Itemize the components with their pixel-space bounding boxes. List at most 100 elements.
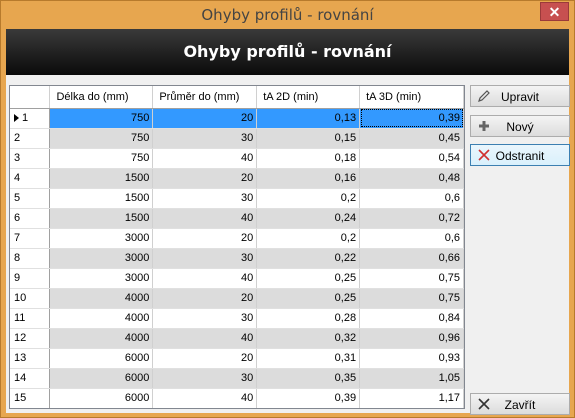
- row-header[interactable]: 7: [10, 228, 51, 249]
- new-button[interactable]: Nový: [470, 115, 570, 137]
- window-close-button[interactable]: ✕: [540, 2, 569, 21]
- cell-prumer[interactable]: 20: [152, 108, 258, 129]
- cell-t2d[interactable]: 0,31: [256, 348, 361, 369]
- cell-t2d[interactable]: 0,25: [256, 268, 361, 289]
- row-header[interactable]: 14: [10, 368, 51, 389]
- cell-delka[interactable]: 1500: [49, 168, 154, 189]
- cell-prumer[interactable]: 20: [152, 348, 258, 369]
- cell-t2d[interactable]: 0,25: [256, 288, 361, 309]
- table-row[interactable]: 12 4000 40 0,32 0,96: [10, 328, 464, 349]
- cell-prumer[interactable]: 20: [152, 168, 258, 189]
- cell-t3d[interactable]: 0,75: [359, 288, 464, 309]
- cell-t3d[interactable]: 0,84: [359, 308, 464, 329]
- table-row[interactable]: 1 750 20 0,13 0,39: [10, 108, 464, 129]
- close-button[interactable]: Zavřít: [470, 393, 570, 415]
- cell-t2d[interactable]: 0,16: [256, 168, 361, 189]
- cell-delka[interactable]: 4000: [49, 288, 154, 309]
- table-row[interactable]: 13 6000 20 0,31 0,93: [10, 348, 464, 369]
- cell-delka[interactable]: 3000: [49, 248, 154, 269]
- row-header[interactable]: 9: [10, 268, 51, 289]
- cell-prumer[interactable]: 30: [152, 368, 258, 389]
- cell-t2d[interactable]: 0,18: [256, 148, 361, 169]
- edit-button[interactable]: Upravit: [470, 85, 570, 107]
- delete-button[interactable]: Odstranit: [470, 144, 570, 166]
- cell-prumer[interactable]: 40: [152, 388, 258, 408]
- cell-delka[interactable]: 750: [49, 148, 154, 169]
- cell-delka[interactable]: 6000: [49, 388, 154, 408]
- title-bar[interactable]: Ohyby profilů - rovnání ✕: [1, 1, 574, 29]
- cell-delka[interactable]: 6000: [49, 348, 154, 369]
- data-grid[interactable]: Délka do (mm) Průměr do (mm) tA 2D (min)…: [9, 85, 465, 409]
- table-row[interactable]: 14 6000 30 0,35 1,05: [10, 368, 464, 389]
- cell-t3d[interactable]: 0,72: [359, 208, 464, 229]
- cell-t3d[interactable]: 0,6: [359, 228, 464, 249]
- column-header-delka[interactable]: Délka do (mm): [49, 86, 154, 109]
- cell-prumer[interactable]: 20: [152, 228, 258, 249]
- table-row[interactable]: 9 3000 40 0,25 0,75: [10, 268, 464, 289]
- cell-t3d[interactable]: 1,05: [359, 368, 464, 389]
- row-header[interactable]: 4: [10, 168, 51, 189]
- cell-prumer[interactable]: 30: [152, 248, 258, 269]
- cell-delka[interactable]: 3000: [49, 228, 154, 249]
- row-header[interactable]: 15: [10, 388, 51, 408]
- cell-prumer[interactable]: 30: [152, 308, 258, 329]
- cell-delka[interactable]: 750: [49, 128, 154, 149]
- cell-delka[interactable]: 1500: [49, 188, 154, 209]
- row-header[interactable]: 6: [10, 208, 51, 229]
- cell-t2d[interactable]: 0,2: [256, 228, 361, 249]
- cell-t3d[interactable]: 0,75: [359, 268, 464, 289]
- cell-t2d[interactable]: 0,22: [256, 248, 361, 269]
- row-header[interactable]: 5: [10, 188, 51, 209]
- cell-delka[interactable]: 3000: [49, 268, 154, 289]
- table-row[interactable]: 10 4000 20 0,25 0,75: [10, 288, 464, 309]
- cell-t3d[interactable]: 1,17: [359, 388, 464, 408]
- cell-t2d[interactable]: 0,2: [256, 188, 361, 209]
- cell-delka[interactable]: 4000: [49, 328, 154, 349]
- cell-t2d[interactable]: 0,35: [256, 368, 361, 389]
- row-header[interactable]: 11: [10, 308, 51, 329]
- cell-delka[interactable]: 6000: [49, 368, 154, 389]
- cell-delka[interactable]: 1500: [49, 208, 154, 229]
- column-header-ta3d[interactable]: tA 3D (min): [359, 86, 464, 109]
- cell-t3d[interactable]: 0,66: [359, 248, 464, 269]
- column-header-ta2d[interactable]: tA 2D (min): [256, 86, 361, 109]
- cell-prumer[interactable]: 40: [152, 148, 258, 169]
- row-header[interactable]: 10: [10, 288, 51, 309]
- table-row[interactable]: 4 1500 20 0,16 0,48: [10, 168, 464, 189]
- cell-t2d[interactable]: 0,39: [256, 388, 361, 408]
- row-header[interactable]: 13: [10, 348, 51, 369]
- table-row[interactable]: 8 3000 30 0,22 0,66: [10, 248, 464, 269]
- row-header[interactable]: 3: [10, 148, 51, 169]
- cell-delka[interactable]: 750: [49, 108, 154, 129]
- cell-prumer[interactable]: 20: [152, 288, 258, 309]
- cell-prumer[interactable]: 30: [152, 188, 258, 209]
- table-row[interactable]: 3 750 40 0,18 0,54: [10, 148, 464, 169]
- cell-t2d[interactable]: 0,13: [256, 108, 361, 129]
- cell-t2d[interactable]: 0,15: [256, 128, 361, 149]
- cell-t3d[interactable]: 0,96: [359, 328, 464, 349]
- table-row[interactable]: 11 4000 30 0,28 0,84: [10, 308, 464, 329]
- cell-t3d[interactable]: 0,45: [359, 128, 464, 149]
- cell-prumer[interactable]: 40: [152, 328, 258, 349]
- row-header[interactable]: 2: [10, 128, 51, 149]
- cell-t3d[interactable]: 0,54: [359, 148, 464, 169]
- cell-prumer[interactable]: 30: [152, 128, 258, 149]
- cell-t2d[interactable]: 0,28: [256, 308, 361, 329]
- table-row[interactable]: 5 1500 30 0,2 0,6: [10, 188, 464, 209]
- row-header[interactable]: 1: [10, 108, 51, 129]
- cell-t2d[interactable]: 0,32: [256, 328, 361, 349]
- table-row[interactable]: 2 750 30 0,15 0,45: [10, 128, 464, 149]
- cell-delka[interactable]: 4000: [49, 308, 154, 329]
- table-row[interactable]: 7 3000 20 0,2 0,6: [10, 228, 464, 249]
- cell-t2d[interactable]: 0,24: [256, 208, 361, 229]
- cell-t3d[interactable]: 0,93: [359, 348, 464, 369]
- column-header-prumer[interactable]: Průměr do (mm): [152, 86, 258, 109]
- row-header[interactable]: 12: [10, 328, 51, 349]
- cell-t3d[interactable]: 0,48: [359, 168, 464, 189]
- cell-t3d[interactable]: 0,6: [359, 188, 464, 209]
- row-header[interactable]: 8: [10, 248, 51, 269]
- cell-t3d[interactable]: 0,39: [359, 108, 464, 129]
- table-row[interactable]: 6 1500 40 0,24 0,72: [10, 208, 464, 229]
- cell-prumer[interactable]: 40: [152, 208, 258, 229]
- cell-prumer[interactable]: 40: [152, 268, 258, 289]
